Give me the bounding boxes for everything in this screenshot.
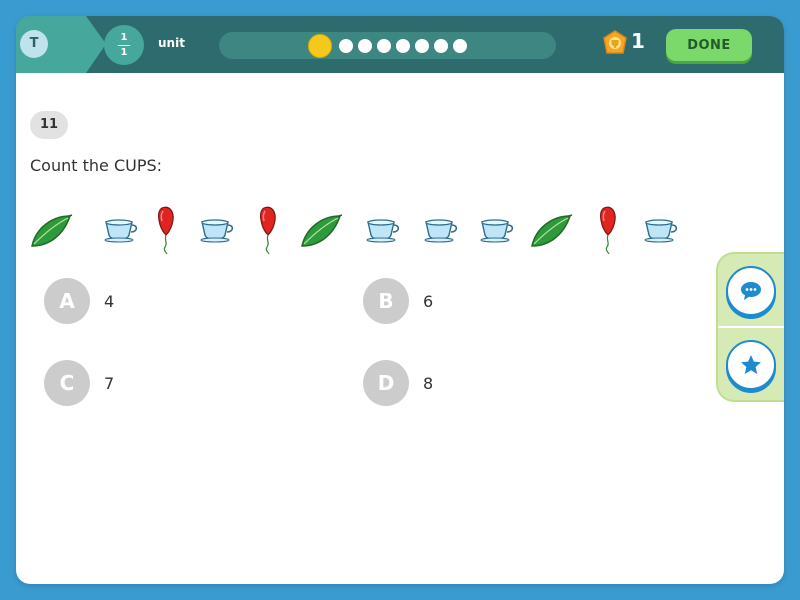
answer-choice-d[interactable]: D 8	[363, 360, 433, 406]
cup-icon	[418, 202, 464, 256]
progress-dot	[377, 38, 391, 53]
choice-letter: C	[44, 360, 90, 406]
top-bar: T 1 1 unit 1 DONE	[16, 16, 784, 73]
progress-dot	[358, 38, 372, 53]
chat-button[interactable]	[726, 266, 776, 316]
cup-icon	[98, 202, 144, 256]
activity-window: T 1 1 unit 1 DONE 11 Count the CUPS: A 4…	[16, 16, 784, 584]
progress-dot-current	[308, 33, 332, 58]
answer-choice-b[interactable]: B 6	[363, 278, 433, 324]
leaf-icon	[298, 202, 344, 256]
progress-dot	[453, 38, 467, 53]
side-panel	[716, 252, 784, 402]
balloon-icon	[588, 202, 634, 256]
done-button[interactable]: DONE	[666, 29, 752, 61]
leaf-icon	[528, 202, 574, 256]
answer-choice-c[interactable]: C 7	[44, 360, 114, 406]
progress-dot	[396, 38, 410, 53]
cup-icon	[638, 202, 684, 256]
choice-letter: B	[363, 278, 409, 324]
star-icon	[741, 355, 761, 374]
unit-denominator: 1	[120, 46, 128, 58]
choice-value: 4	[104, 291, 115, 311]
cup-icon	[360, 202, 406, 256]
progress-dot	[339, 38, 353, 53]
unit-numerator: 1	[120, 31, 128, 43]
user-avatar[interactable]: T	[20, 30, 48, 58]
choice-letter: A	[44, 278, 90, 324]
progress-dot	[415, 38, 429, 53]
reward-count: 1	[631, 29, 645, 53]
choice-value: 7	[104, 373, 115, 393]
progress-dot	[434, 38, 448, 53]
question-number: 11	[30, 111, 68, 139]
choice-letter: D	[363, 360, 409, 406]
choice-value: 6	[423, 291, 434, 311]
unit-fraction-badge: 1 1	[104, 25, 144, 65]
unit-label: unit	[158, 36, 185, 50]
choice-value: 8	[423, 373, 434, 393]
progress-dots	[219, 32, 556, 59]
trophy-badge-icon	[603, 30, 627, 54]
balloon-icon	[146, 202, 192, 256]
balloon-icon	[248, 202, 294, 256]
progress-track	[219, 32, 556, 59]
fraction-bar	[118, 44, 130, 46]
leaf-icon	[28, 202, 74, 256]
chat-icon	[741, 282, 761, 300]
answer-choice-a[interactable]: A 4	[44, 278, 114, 324]
cup-icon	[474, 202, 520, 256]
star-button[interactable]	[726, 340, 776, 390]
cup-icon	[194, 202, 240, 256]
counting-items	[28, 202, 688, 256]
side-divider	[718, 326, 784, 328]
question-prompt: Count the CUPS:	[30, 156, 163, 175]
